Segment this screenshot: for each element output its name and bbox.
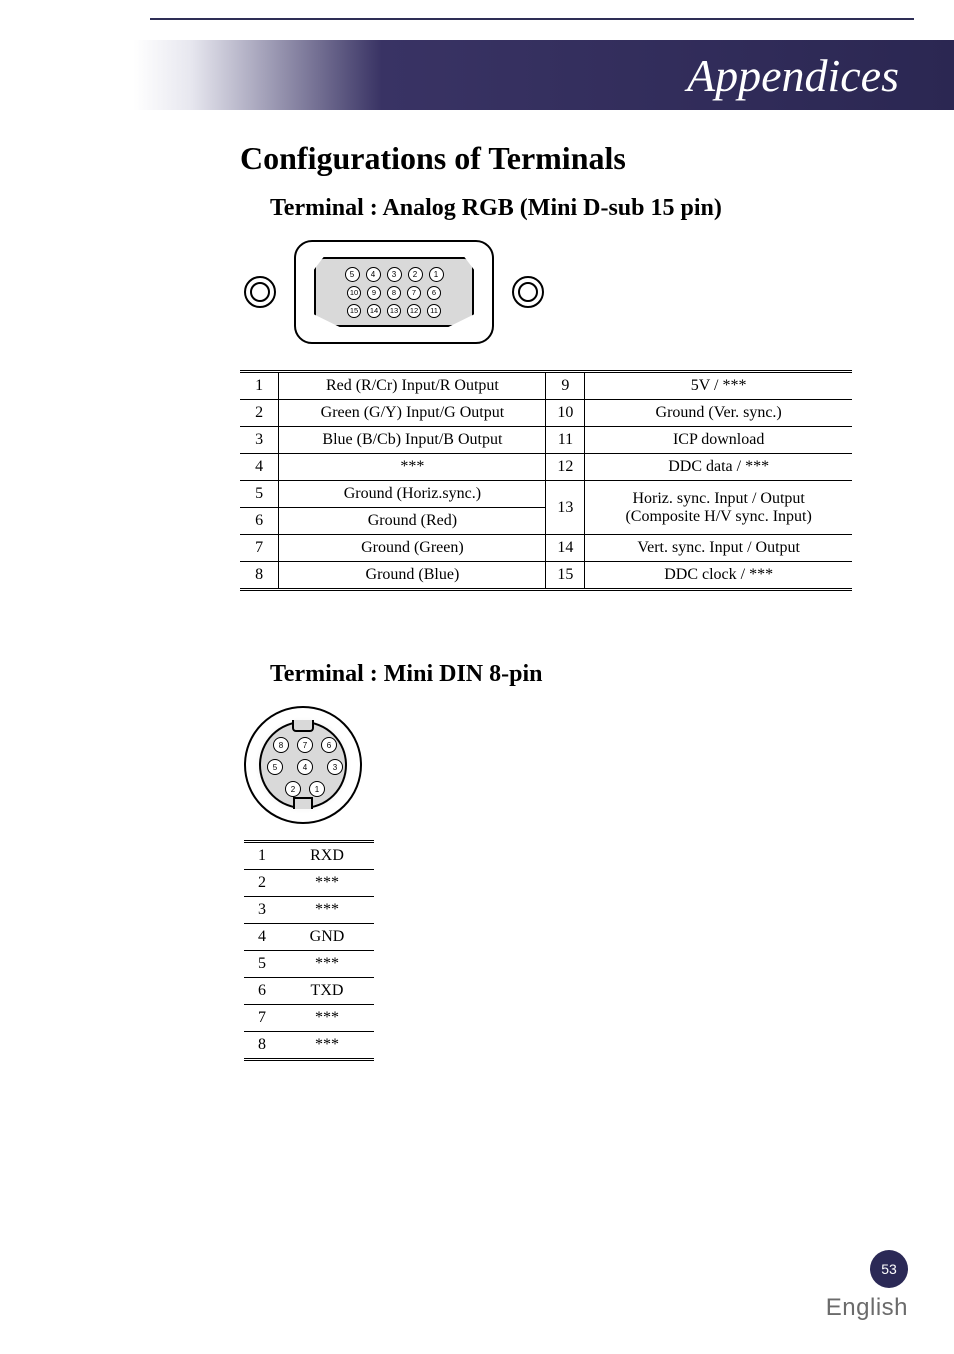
dsub-pin: 7 <box>407 286 421 300</box>
dsub-pinout-table: 1 Red (R/Cr) Input/R Output 9 5V / *** 2… <box>240 370 852 591</box>
cell-pin: 15 <box>546 562 585 590</box>
cell-desc: RXD <box>280 842 374 870</box>
cell-desc: *** <box>280 1032 374 1060</box>
dsub-connector-diagram: 5 4 3 2 1 10 9 8 7 6 15 <box>244 240 869 344</box>
cell-pin: 3 <box>240 427 279 454</box>
dsub-pin: 8 <box>387 286 401 300</box>
cell-desc: Ground (Green) <box>279 535 546 562</box>
dsub-row-2: 10 9 8 7 6 <box>347 286 441 300</box>
cell-pin: 6 <box>244 978 280 1005</box>
terminal1-heading: Terminal : Analog RGB (Mini D-sub 15 pin… <box>270 195 869 222</box>
din-shell: 8 7 6 5 4 3 2 1 <box>244 706 362 824</box>
din-pinout-table: 1RXD 2*** 3*** 4GND 5*** 6TXD 7*** 8*** <box>244 840 374 1061</box>
cell-desc: *** <box>280 951 374 978</box>
dsub-pin: 10 <box>347 286 361 300</box>
dsub-pin: 9 <box>367 286 381 300</box>
din-face: 8 7 6 5 4 3 2 1 <box>259 721 347 809</box>
dsub-row-3: 15 14 13 12 11 <box>347 304 441 318</box>
cell-pin: 8 <box>240 562 279 590</box>
cell-desc: DDC data / *** <box>585 454 852 481</box>
dsub-face: 5 4 3 2 1 10 9 8 7 6 15 <box>314 257 474 327</box>
cell-desc: TXD <box>280 978 374 1005</box>
cell-desc: Red (R/Cr) Input/R Output <box>279 372 546 400</box>
dsub-pin: 14 <box>367 304 381 318</box>
din-pin: 4 <box>297 759 313 775</box>
dsub-pin: 6 <box>427 286 441 300</box>
cell-pin: 6 <box>240 508 279 535</box>
cell-pin: 1 <box>244 842 280 870</box>
dsub-pin: 4 <box>366 267 381 282</box>
cell-pin: 4 <box>240 454 279 481</box>
header-banner: Appendices <box>0 40 954 110</box>
cell-pin: 4 <box>244 924 280 951</box>
cell-desc: *** <box>280 897 374 924</box>
din-connector-diagram: 8 7 6 5 4 3 2 1 <box>244 706 869 824</box>
cell-pin: 8 <box>244 1032 280 1060</box>
cell-desc: 5V / *** <box>585 372 852 400</box>
cell-desc: Horiz. sync. Input / Output (Composite H… <box>585 481 852 535</box>
page-number-badge: 53 <box>870 1250 908 1288</box>
cell-pin: 1 <box>240 372 279 400</box>
din-pin: 6 <box>321 737 337 753</box>
section-title: Configurations of Terminals <box>240 140 869 177</box>
cell-pin: 12 <box>546 454 585 481</box>
content: Configurations of Terminals Terminal : A… <box>240 140 869 1061</box>
footer: 53 English <box>826 1250 908 1322</box>
cell-pin: 14 <box>546 535 585 562</box>
cell-pin: 2 <box>244 870 280 897</box>
dsub-pin: 3 <box>387 267 402 282</box>
cell-desc: Ground (Horiz.sync.) <box>279 481 546 508</box>
cell-pin: 3 <box>244 897 280 924</box>
cell-desc: Vert. sync. Input / Output <box>585 535 852 562</box>
dsub-pin: 5 <box>345 267 360 282</box>
cell-desc: *** <box>280 870 374 897</box>
cell-pin: 11 <box>546 427 585 454</box>
din-pin: 2 <box>285 781 301 797</box>
page: Appendices Configurations of Terminals T… <box>0 0 954 1354</box>
cell-desc: Green (G/Y) Input/G Output <box>279 400 546 427</box>
screw-left-icon <box>244 276 276 308</box>
dsub-pin: 13 <box>387 304 401 318</box>
banner-title: Appendices <box>687 49 899 102</box>
screw-right-icon <box>512 276 544 308</box>
din-pin: 7 <box>297 737 313 753</box>
cell-pin: 10 <box>546 400 585 427</box>
cell-desc: *** <box>280 1005 374 1032</box>
dsub-shell: 5 4 3 2 1 10 9 8 7 6 15 <box>294 240 494 344</box>
dsub-row-1: 5 4 3 2 1 <box>345 267 444 282</box>
cell-desc: Ground (Ver. sync.) <box>585 400 852 427</box>
dsub-pin: 12 <box>407 304 421 318</box>
cell-desc: Ground (Blue) <box>279 562 546 590</box>
cell-pin: 9 <box>546 372 585 400</box>
language-label: English <box>826 1294 908 1322</box>
cell-desc: GND <box>280 924 374 951</box>
cell-desc: ICP download <box>585 427 852 454</box>
cell-pin: 5 <box>240 481 279 508</box>
dsub-pin: 1 <box>429 267 444 282</box>
din-key <box>293 797 313 809</box>
dsub-pin: 11 <box>427 304 441 318</box>
din-pin: 5 <box>267 759 283 775</box>
cell-pin: 5 <box>244 951 280 978</box>
dsub-pin: 15 <box>347 304 361 318</box>
dsub-pin: 2 <box>408 267 423 282</box>
din-pin: 8 <box>273 737 289 753</box>
cell-pin: 2 <box>240 400 279 427</box>
cell-desc: Ground (Red) <box>279 508 546 535</box>
din-pin: 1 <box>309 781 325 797</box>
cell-desc: DDC clock / *** <box>585 562 852 590</box>
cell-pin: 7 <box>240 535 279 562</box>
din-pin: 3 <box>327 759 343 775</box>
cell-desc: Blue (B/Cb) Input/B Output <box>279 427 546 454</box>
top-rule <box>150 18 914 20</box>
din-notch <box>292 720 314 732</box>
cell-pin: 7 <box>244 1005 280 1032</box>
cell-pin: 13 <box>546 481 585 535</box>
cell-desc: *** <box>279 454 546 481</box>
terminal2-heading: Terminal : Mini DIN 8-pin <box>270 661 869 688</box>
